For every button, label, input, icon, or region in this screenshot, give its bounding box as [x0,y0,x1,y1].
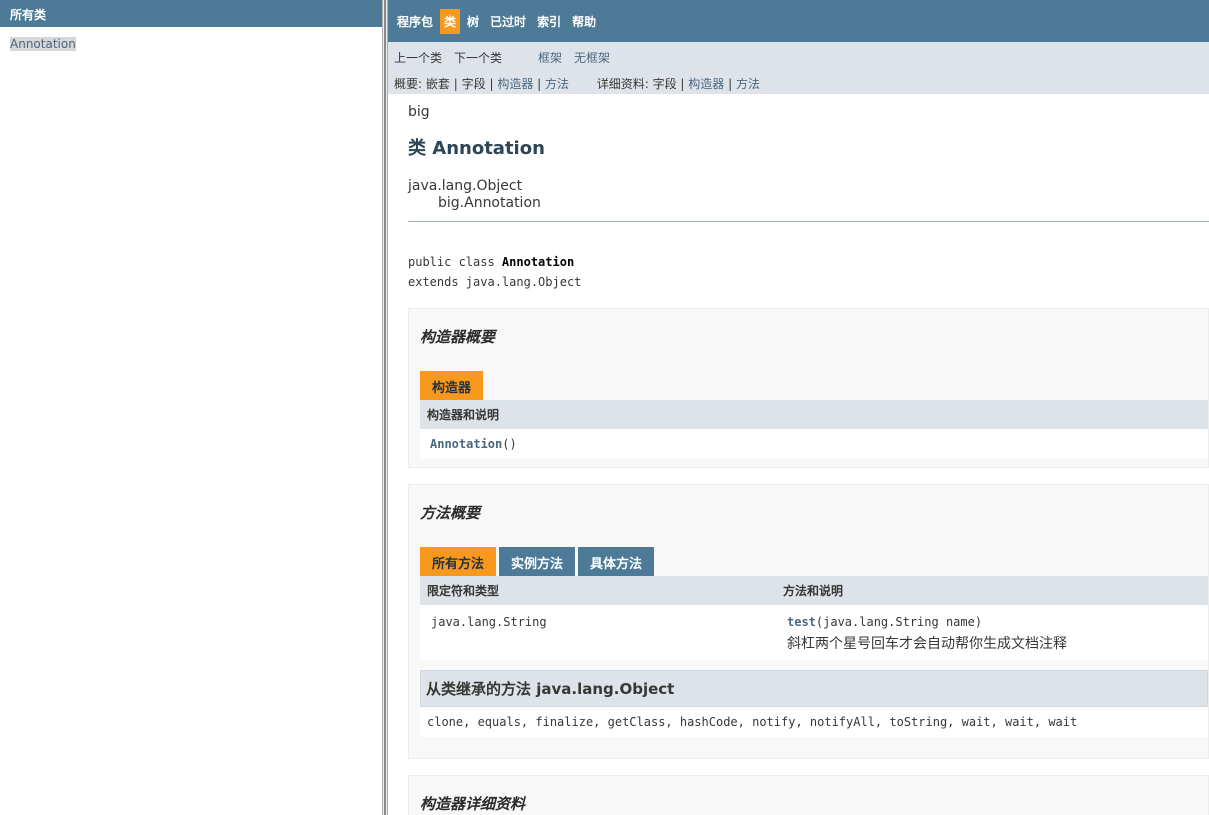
inheritance-tree: java.lang.Object big.Annotation [408,178,1209,212]
inherited-methods-heading: 从类继承的方法 java.lang.Object [420,670,1208,707]
all-classes-frame: 所有类 Annotation [0,0,382,815]
prev-class-label: 上一个类 [394,51,443,65]
decl-prefix: public class [408,255,502,269]
summary-nested: 嵌套 [425,77,450,91]
page-title: 类 Annotation [408,138,545,159]
nav-class[interactable]: 类 [440,8,461,34]
constructor-summary-heading: 构造器概要 [420,328,496,346]
nav-index[interactable]: 索引 [533,9,565,34]
separator: | [453,77,458,91]
no-frames-link[interactable]: 无框架 [574,49,610,66]
detail-method-link[interactable]: 方法 [736,77,760,91]
detail-constructor-link[interactable]: 构造器 [688,77,724,91]
summary-detail-nav: 概要: 嵌套 | 字段 | 构造器 | 方法 详细资料: 字段 | 构造器 | … [394,75,760,92]
method-table-header: 限定符和类型 方法和说明 [420,576,1208,605]
class-list: Annotation [0,27,382,51]
class-declaration: public class Annotation extends java.lan… [408,252,1209,292]
sub-nav-bar: 上一个类 下一个类 框架 无框架 概要: 嵌套 | 字段 | 构造器 | 方法 … [388,42,1209,94]
nav-tree[interactable]: 树 [463,9,483,34]
constructor-detail-heading: 构造器详细资料 [420,795,526,813]
nav-deprecated[interactable]: 已过时 [486,9,530,34]
constructor-detail-block: 构造器详细资料 [408,775,1209,815]
inherit-root: java.lang.Object [408,178,523,194]
method-summary-block: 方法概要 所有方法 实例方法 具体方法 限定符和类型 方法和说明 java.la… [408,484,1209,759]
inherit-child: big.Annotation [438,195,541,211]
table-row: java.lang.String test(java.lang.String n… [420,605,1208,660]
detail-field: 字段 [652,77,677,91]
constructor-link-annotation[interactable]: Annotation [430,437,502,451]
method-return-type: java.lang.String [431,615,547,629]
frames-link[interactable]: 框架 [538,49,562,66]
table-row: Annotation() [420,429,1208,459]
all-classes-header: 所有类 [0,0,382,27]
detail-label: 详细资料: [596,77,649,91]
summary-field: 字段 [461,77,486,91]
class-frame: 程序包 类 树 已过时 索引 帮助 上一个类 下一个类 框架 无框架 概要: 嵌… [388,0,1209,815]
col-method-description: 方法和说明 [783,584,844,598]
summary-label: 概要: [394,77,423,91]
tab-instance-methods[interactable]: 实例方法 [499,547,576,576]
nav-help[interactable]: 帮助 [568,9,600,34]
constructor-table-header: 构造器和说明 [420,400,1208,429]
method-description: 斜杠两个星号回车才会自动帮你生成文档注释 [787,636,1067,652]
next-class-label: 下一个类 [454,51,503,65]
col-modifier-type: 限定符和类型 [427,584,500,598]
summary-constructor-link[interactable]: 构造器 [497,77,533,91]
tab-constructors[interactable]: 构造器 [420,371,484,400]
decl-class-name: Annotation [501,255,575,269]
constructor-summary-block: 构造器概要 构造器 构造器和说明 Annotation() [408,308,1209,468]
constructor-params: () [502,437,517,451]
col-constructor-description: 构造器和说明 [427,408,500,422]
decl-extends: extends java.lang.Object [408,275,582,289]
divider [408,221,1209,222]
method-params: (java.lang.String name) [815,615,983,629]
separator: | [537,77,542,91]
tab-all-methods[interactable]: 所有方法 [420,547,497,576]
method-link-test[interactable]: test [787,615,816,629]
separator: | [680,77,685,91]
class-link-annotation[interactable]: Annotation [10,37,76,51]
separator: | [489,77,494,91]
package-name: big [408,104,430,120]
summary-method-link[interactable]: 方法 [545,77,569,91]
inherited-methods-list: clone, equals, finalize, getClass, hashC… [420,707,1208,737]
nav-package[interactable]: 程序包 [393,9,437,34]
tab-concrete-methods[interactable]: 具体方法 [578,547,655,576]
separator: | [728,77,733,91]
top-nav-bar: 程序包 类 树 已过时 索引 帮助 [388,0,1209,42]
method-summary-heading: 方法概要 [420,504,481,522]
class-content: big 类 Annotation java.lang.Object big.An… [408,94,1209,815]
